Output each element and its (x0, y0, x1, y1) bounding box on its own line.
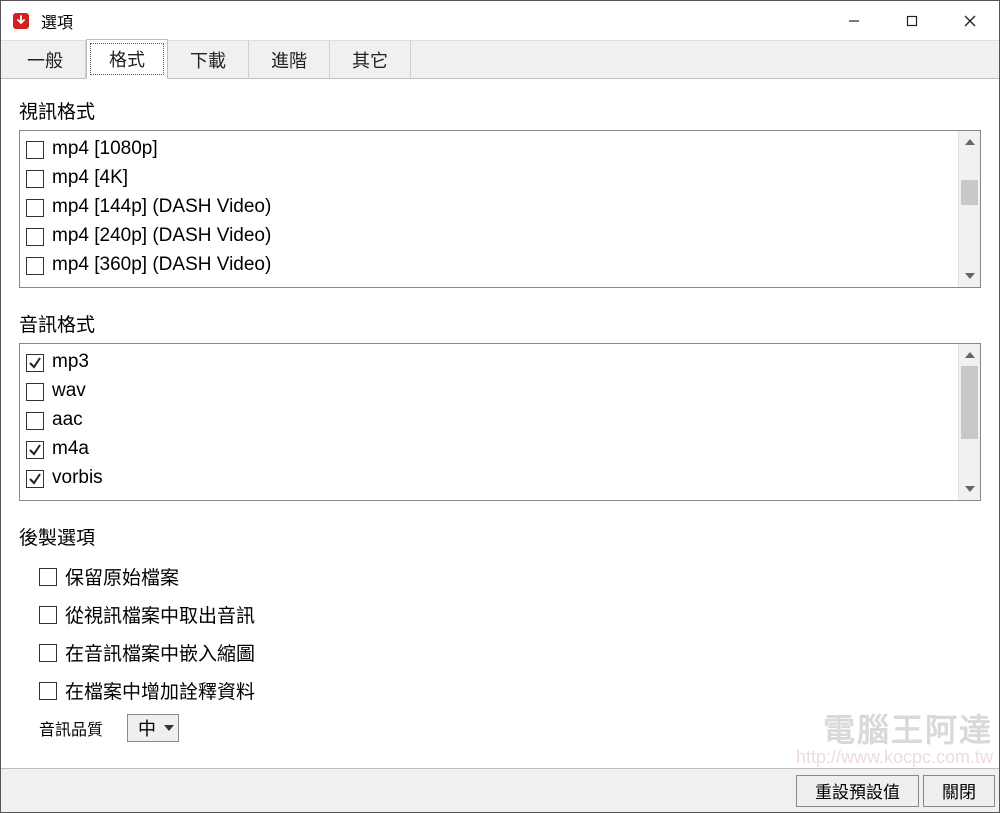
tab-3[interactable]: 進階 (249, 41, 330, 79)
audio-quality-label: 音訊品質 (39, 716, 103, 740)
checkbox[interactable] (26, 257, 44, 275)
close-button[interactable] (941, 1, 999, 41)
audio-format-item-label: vorbis (52, 467, 103, 489)
maximize-button[interactable] (883, 1, 941, 41)
video-format-item-label: mp4 [1080p] (52, 138, 158, 160)
checkbox[interactable] (26, 141, 44, 159)
post-option-item-row[interactable]: 保留原始檔案 (39, 558, 981, 596)
checkbox[interactable] (39, 606, 57, 624)
audio-format-item-label: m4a (52, 438, 89, 460)
video-format-item-row[interactable]: mp4 [240p] (DASH Video) (26, 222, 952, 251)
audio-format-item-row[interactable]: m4a (26, 435, 952, 464)
audio-format-item-label: aac (52, 409, 83, 431)
checkbox[interactable] (26, 354, 44, 372)
checkbox[interactable] (26, 383, 44, 401)
checkbox[interactable] (26, 199, 44, 217)
audio-quality-select[interactable]: 中 (127, 714, 179, 742)
reset-defaults-label: 重設預設值 (815, 778, 900, 803)
audio-format-item-row[interactable]: wav (26, 377, 952, 406)
post-option-item-row[interactable]: 在檔案中增加詮釋資料 (39, 672, 981, 710)
audio-format-listbox[interactable]: mp3 wav aac m4a vorbis (19, 343, 981, 501)
video-format-label: 視訊格式 (19, 97, 981, 124)
tabstrip: 一般格式下載進階其它 (1, 41, 999, 79)
video-format-item-row[interactable]: mp4 [144p] (DASH Video) (26, 193, 952, 222)
minimize-button[interactable] (825, 1, 883, 41)
close-dialog-label: 關閉 (942, 778, 976, 803)
video-format-item-label: mp4 [4K] (52, 167, 128, 189)
post-option-item-label: 在檔案中增加詮釋資料 (65, 677, 255, 704)
post-process-label: 後製選項 (19, 523, 981, 550)
window-title: 選項 (41, 9, 73, 33)
titlebar: 選項 (1, 1, 999, 41)
audio-format-item-row[interactable]: vorbis (26, 464, 952, 493)
tab-0[interactable]: 一般 (5, 41, 86, 79)
post-process-options: 保留原始檔案從視訊檔案中取出音訊在音訊檔案中嵌入縮圖在檔案中增加詮釋資料 (39, 558, 981, 710)
video-format-item-row[interactable]: mp4 [4K] (26, 164, 952, 193)
audio-quality-row: 音訊品質 中 (39, 714, 981, 742)
post-option-item-label: 保留原始檔案 (65, 563, 179, 590)
checkbox[interactable] (26, 441, 44, 459)
checkbox[interactable] (26, 412, 44, 430)
video-format-item-label: mp4 [144p] (DASH Video) (52, 196, 271, 218)
video-format-item-row[interactable]: mp4 [1080p] (26, 135, 952, 164)
chevron-down-icon (164, 722, 174, 734)
close-dialog-button[interactable]: 關閉 (923, 775, 995, 807)
scroll-up-icon[interactable] (959, 131, 980, 153)
audio-quality-value: 中 (138, 715, 156, 741)
app-download-icon (11, 11, 31, 31)
audio-scrollbar[interactable] (958, 344, 980, 500)
scroll-thumb[interactable] (961, 366, 978, 439)
audio-format-item-row[interactable]: aac (26, 406, 952, 435)
audio-format-item-label: mp3 (52, 351, 89, 373)
audio-format-item-row[interactable]: mp3 (26, 348, 952, 377)
audio-format-label: 音訊格式 (19, 310, 981, 337)
checkbox[interactable] (39, 568, 57, 586)
post-option-item-label: 從視訊檔案中取出音訊 (65, 601, 255, 628)
scroll-thumb[interactable] (961, 180, 978, 205)
tab-2[interactable]: 下載 (168, 41, 249, 79)
checkbox[interactable] (39, 644, 57, 662)
video-format-item-label: mp4 [240p] (DASH Video) (52, 225, 271, 247)
dialog-footer: 重設預設值 關閉 (1, 768, 999, 812)
post-option-item-row[interactable]: 從視訊檔案中取出音訊 (39, 596, 981, 634)
tab-1[interactable]: 格式 (86, 39, 168, 79)
tab-4[interactable]: 其它 (330, 41, 411, 79)
video-scrollbar[interactable] (958, 131, 980, 287)
options-window: 選項 一般格式下載進階其它 視訊格式 mp4 [1080p]mp4 [4K]mp… (0, 0, 1000, 813)
checkbox[interactable] (26, 228, 44, 246)
post-option-item-label: 在音訊檔案中嵌入縮圖 (65, 639, 255, 666)
reset-defaults-button[interactable]: 重設預設值 (796, 775, 919, 807)
scroll-up-icon[interactable] (959, 344, 980, 366)
video-format-item-label: mp4 [360p] (DASH Video) (52, 254, 271, 276)
audio-format-item-label: wav (52, 380, 86, 402)
scroll-down-icon[interactable] (959, 265, 980, 287)
checkbox[interactable] (39, 682, 57, 700)
video-format-item-row[interactable]: mp4 [360p] (DASH Video) (26, 251, 952, 280)
video-format-listbox[interactable]: mp4 [1080p] mp4 [4K] mp4 [144p] (DASH Vide… (19, 130, 981, 288)
format-tab-content: 視訊格式 mp4 [1080p] mp4 [4K] mp4 [144p] (DASH… (1, 79, 999, 768)
post-option-item-row[interactable]: 在音訊檔案中嵌入縮圖 (39, 634, 981, 672)
scroll-down-icon[interactable] (959, 478, 980, 500)
checkbox[interactable] (26, 170, 44, 188)
checkbox[interactable] (26, 470, 44, 488)
